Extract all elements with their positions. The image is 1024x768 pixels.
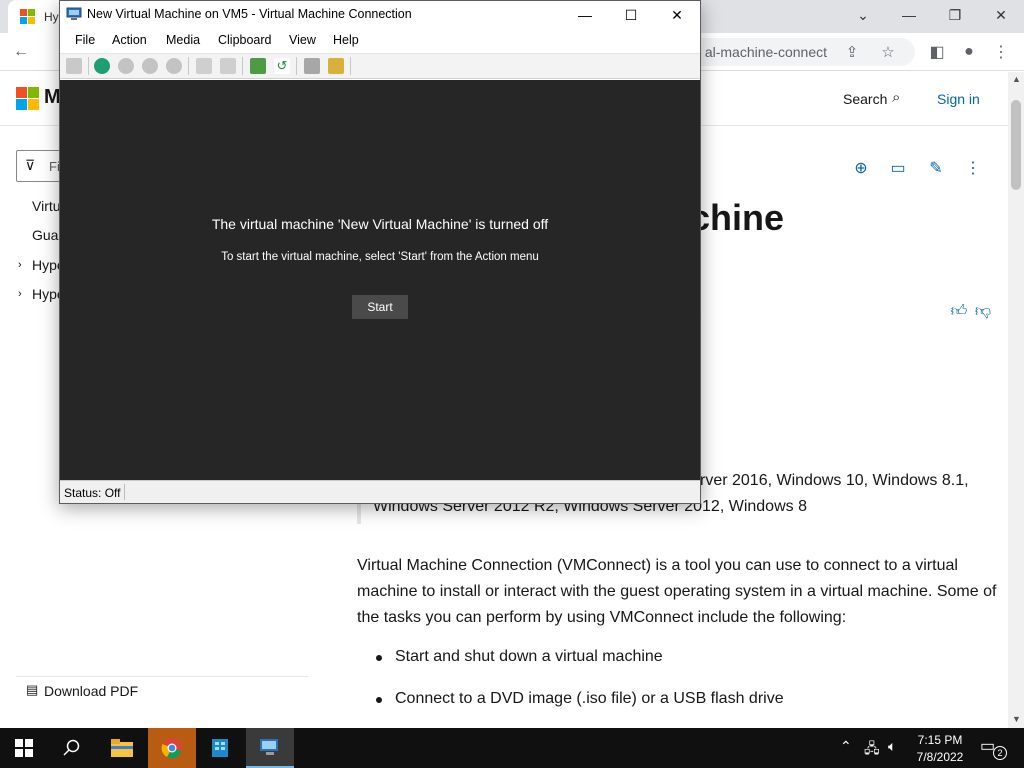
chrome-taskbar-icon[interactable] <box>148 728 196 768</box>
vm-off-message: The virtual machine 'New Virtual Machine… <box>211 216 549 232</box>
start-windows-icon[interactable] <box>0 728 48 768</box>
vm-menubar: File Action Media Clipboard View Help <box>60 29 700 53</box>
ctrl-alt-del-icon[interactable] <box>66 58 82 74</box>
browser-tab-title: Hy <box>44 10 59 24</box>
notification-center-icon[interactable]: ▭ 2 <box>980 736 1008 760</box>
server-manager-icon[interactable] <box>196 728 244 768</box>
tab-search-icon[interactable]: ⌄ <box>840 0 886 30</box>
vm-minimize-button[interactable]: — <box>562 1 608 29</box>
toc-item[interactable]: Virtu <box>32 198 61 214</box>
search-button[interactable]: Search <box>843 91 887 107</box>
address-bar-url: al-machine-connect <box>704 44 827 60</box>
menu-help[interactable]: Help <box>333 33 359 47</box>
download-pdf-link[interactable]: ▤ Download PDF <box>16 676 308 704</box>
search-icon[interactable]: ⌕ <box>892 89 900 106</box>
toolbar-separator <box>242 57 243 75</box>
sign-in-link[interactable]: Sign in <box>937 91 980 107</box>
list-item: Connect to a DVD image (.iso file) or a … <box>395 690 784 707</box>
vm-display-area[interactable]: The virtual machine 'New Virtual Machine… <box>60 80 700 480</box>
thumbs-down-icon[interactable]: 👎︎ <box>972 300 994 322</box>
taskbar-search-icon[interactable] <box>48 728 96 768</box>
revert-icon[interactable]: ↺ <box>274 58 290 74</box>
bullet-dot <box>376 655 382 661</box>
vm-connection-app-icon <box>66 7 82 20</box>
hyper-v-manager-icon[interactable] <box>246 728 294 768</box>
network-icon[interactable]: 🖧︎ <box>864 738 880 762</box>
bullet-dot <box>376 697 382 703</box>
chevron-right-icon[interactable]: › <box>18 259 22 271</box>
vm-titlebar[interactable]: New Virtual Machine on VM5 - Virtual Mac… <box>60 1 700 29</box>
menu-clipboard[interactable]: Clipboard <box>218 33 272 47</box>
start-power-icon[interactable] <box>94 58 110 74</box>
status-separator <box>124 484 125 500</box>
filter-funnel-icon: ⊽ <box>25 157 36 173</box>
toolbar-separator <box>296 57 297 75</box>
vm-toolbar: ↺ <box>60 53 700 79</box>
browser-menu-icon[interactable]: ⋮ <box>990 41 1012 63</box>
browser-restore-button[interactable]: ❐ <box>932 0 978 30</box>
side-panel-icon[interactable]: ◧ <box>926 41 948 63</box>
add-collection-icon[interactable]: ⊕ <box>850 157 872 179</box>
tray-chevron-up-icon[interactable]: ⌃ <box>840 738 852 755</box>
file-explorer-icon[interactable] <box>98 728 146 768</box>
save-state-icon[interactable] <box>166 58 182 74</box>
clock-date[interactable]: 7/8/2022 <box>912 750 968 764</box>
chevron-right-icon[interactable]: › <box>18 288 22 300</box>
feedback-comment-icon[interactable]: ▭ <box>887 157 909 179</box>
share-vm-icon[interactable] <box>328 58 344 74</box>
scroll-thumb[interactable] <box>1011 100 1021 190</box>
page-title: chine <box>690 197 785 238</box>
vm-off-hint: To start the virtual machine, select 'St… <box>221 251 539 263</box>
toolbar-separator <box>88 57 89 75</box>
vm-statusbar: Status: Off <box>60 480 700 503</box>
vm-close-button[interactable]: ✕ <box>654 1 700 29</box>
start-vm-button[interactable]: Start <box>352 295 408 319</box>
more-actions-icon[interactable]: ⋮ <box>962 157 984 179</box>
microsoft-logo-icon[interactable] <box>16 87 39 110</box>
intro-paragraph: Virtual Machine Connection (VMConnect) i… <box>357 557 997 626</box>
clock-time[interactable]: 7:15 PM <box>912 733 968 747</box>
turn-off-icon[interactable] <box>118 58 134 74</box>
list-item: Start and shut down a virtual machine <box>395 648 663 665</box>
menu-action[interactable]: Action <box>112 33 147 47</box>
menu-media[interactable]: Media <box>166 33 200 47</box>
vm-window-title: New Virtual Machine on VM5 - Virtual Mac… <box>87 7 412 21</box>
profile-avatar-icon[interactable]: ● <box>958 41 980 63</box>
browser-close-button[interactable]: ✕ <box>978 0 1024 30</box>
thumbs-up-icon[interactable]: 👍︎ <box>948 300 970 322</box>
applies-to-text: rver 2016, Windows 10, Windows 8.1, <box>700 472 969 489</box>
share-icon[interactable]: ⇪ <box>841 41 863 63</box>
vm-status-text: Status: Off <box>64 486 121 500</box>
taskbar: ⌃ 🖧︎ 🔈︎ 7:15 PM 7/8/2022 ▭ 2 <box>0 728 1024 768</box>
scroll-down-arrow-icon[interactable]: ▼ <box>1012 714 1021 724</box>
toolbar-separator <box>188 57 189 75</box>
microsoft-favicon-icon <box>20 9 35 24</box>
volume-icon[interactable]: 🔈︎ <box>888 738 896 755</box>
pdf-icon: ▤ <box>26 682 39 697</box>
menu-file[interactable]: File <box>75 33 95 47</box>
menu-view[interactable]: View <box>289 33 316 47</box>
download-pdf-label: Download PDF <box>44 683 139 699</box>
toolbar-separator <box>350 57 351 75</box>
back-arrow-icon[interactable]: ← <box>10 41 32 63</box>
resume-icon[interactable] <box>220 58 236 74</box>
notification-count-badge: 2 <box>993 746 1007 760</box>
enhanced-session-icon[interactable] <box>304 58 320 74</box>
page-scrollbar[interactable]: ▲ ▼ <box>1008 72 1024 728</box>
vm-connection-window: New Virtual Machine on VM5 - Virtual Mac… <box>59 0 701 504</box>
edit-pencil-icon[interactable]: ✎ <box>925 157 947 179</box>
vm-maximize-button[interactable]: ☐ <box>608 1 654 29</box>
checkpoint-icon[interactable] <box>250 58 266 74</box>
bookmark-star-icon[interactable]: ☆ <box>877 41 899 63</box>
shut-down-icon[interactable] <box>142 58 158 74</box>
scroll-up-arrow-icon[interactable]: ▲ <box>1012 74 1021 84</box>
browser-minimize-button[interactable]: — <box>886 0 932 30</box>
pause-icon[interactable] <box>196 58 212 74</box>
